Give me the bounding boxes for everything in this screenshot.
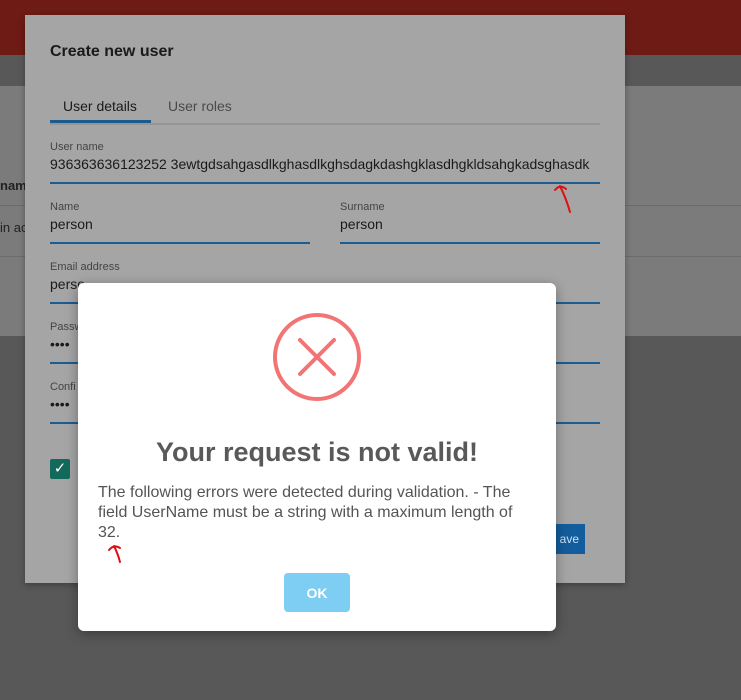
error-title: Your request is not valid! xyxy=(155,437,479,467)
tab-user-details[interactable]: User details xyxy=(63,98,137,114)
modal-title: Create new user xyxy=(50,43,174,60)
name-value[interactable]: person xyxy=(50,216,310,232)
username-value[interactable]: 936363636123252 3ewtgdsahgasdlkghasdlkgh… xyxy=(50,156,598,172)
modal-tabs: User details User roles xyxy=(50,95,600,125)
error-dialog: Your request is not valid! The following… xyxy=(78,283,556,631)
ok-button[interactable]: OK xyxy=(284,573,350,612)
background-cell-text: in ac xyxy=(0,220,25,235)
username-field[interactable]: User name 936363636123252 3ewtgdsahgasdl… xyxy=(50,141,600,184)
error-x-icon xyxy=(273,313,361,401)
email-label: Email address xyxy=(50,261,120,273)
surname-value[interactable]: person xyxy=(340,216,600,232)
surname-field[interactable]: Surname person xyxy=(340,201,600,244)
active-checkbox[interactable]: ✓ xyxy=(50,459,70,479)
username-label: User name xyxy=(50,141,104,153)
field-underline xyxy=(340,242,600,244)
surname-label: Surname xyxy=(340,201,385,213)
field-underline xyxy=(50,242,310,244)
background-column-header: name xyxy=(0,178,25,193)
name-label: Name xyxy=(50,201,80,213)
field-underline xyxy=(50,182,600,184)
name-field[interactable]: Name person xyxy=(50,201,310,244)
active-tab-indicator xyxy=(50,120,151,123)
tab-user-roles[interactable]: User roles xyxy=(168,98,232,114)
error-message: The following errors were detected durin… xyxy=(98,484,513,541)
